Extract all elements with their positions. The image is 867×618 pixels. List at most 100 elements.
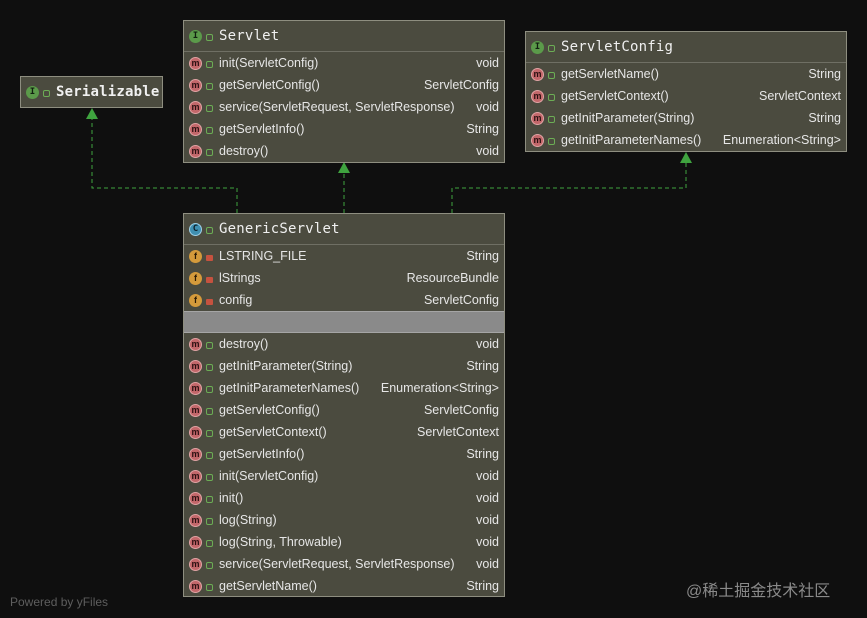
yfiles-watermark: Powered by yFiles [10, 595, 109, 609]
field-name: lStrings [219, 271, 261, 285]
method-row[interactable]: m getServletConfig() ServletConfig [184, 74, 504, 96]
servletconfig-node[interactable]: I ServletConfig m getServletName() String m… [525, 31, 847, 152]
return-type: String [466, 122, 499, 136]
servletconfig-header: I ServletConfig [526, 32, 846, 63]
method-row[interactable]: m service(ServletRequest, ServletResponse… [184, 553, 504, 575]
method-icon: m [189, 100, 202, 114]
public-icon [206, 561, 213, 569]
public-icon [43, 89, 50, 97]
return-type: String [808, 67, 841, 81]
serializable-node[interactable]: I Serializable [20, 76, 163, 108]
return-type: void [476, 469, 499, 483]
field-row[interactable]: f LSTRING_FILE String [184, 245, 504, 267]
field-row[interactable]: f lStrings ResourceBundle [184, 267, 504, 289]
method-icon: m [189, 78, 202, 92]
public-icon [206, 148, 213, 156]
public-icon [206, 341, 213, 349]
genericservlet-header: C GenericServlet [184, 214, 504, 245]
method-row[interactable]: m log(String, Throwable) void [184, 531, 504, 553]
method-icon: m [189, 447, 202, 461]
method-row[interactable]: m getServletName() String [526, 63, 846, 85]
servletconfig-methods: m getServletName() String m getServletContex… [526, 63, 846, 151]
genericservlet-title: GenericServlet [219, 221, 340, 237]
method-name: getServletConfig() [219, 403, 320, 417]
servletconfig-title: ServletConfig [561, 39, 674, 55]
method-row[interactable]: m getInitParameterNames() Enumeration<Stri… [184, 377, 504, 399]
method-icon: m [531, 67, 544, 81]
return-type: void [476, 337, 499, 351]
method-name: getServletContext() [219, 425, 327, 439]
method-name: service(ServletRequest, ServletResponse) [219, 100, 455, 114]
method-row[interactable]: m init(ServletConfig) void [184, 52, 504, 74]
method-icon: m [189, 144, 202, 158]
fields-methods-separator [184, 311, 504, 333]
public-icon [206, 539, 213, 547]
public-icon [206, 517, 213, 525]
method-name: init(ServletConfig) [219, 56, 319, 70]
return-type: void [476, 56, 499, 70]
return-type: void [476, 144, 499, 158]
interface-icon: I [531, 40, 544, 54]
method-icon: m [189, 535, 202, 549]
arrowhead-serializable [86, 108, 98, 119]
method-row[interactable]: m getInitParameter(String) String [526, 107, 846, 129]
public-icon [206, 495, 213, 503]
field-icon: f [189, 249, 202, 263]
method-name: service(ServletRequest, ServletResponse) [219, 557, 455, 571]
method-row[interactable]: m getInitParameterNames() Enumeration<Stri… [526, 129, 846, 151]
method-name: getServletInfo() [219, 447, 305, 461]
method-row[interactable]: m getServletContext() ServletContext [184, 421, 504, 443]
method-name: getInitParameter(String) [561, 111, 695, 125]
field-row[interactable]: f config ServletConfig [184, 289, 504, 311]
method-row[interactable]: m getServletContext() ServletContext [526, 85, 846, 107]
method-row[interactable]: m getInitParameter(String) String [184, 355, 504, 377]
method-row[interactable]: m destroy() void [184, 140, 504, 162]
method-row[interactable]: m destroy() void [184, 333, 504, 355]
field-icon: f [189, 271, 202, 285]
method-name: getInitParameterNames() [561, 133, 702, 147]
field-type: String [466, 249, 499, 263]
public-icon [206, 473, 213, 481]
return-type: void [476, 491, 499, 505]
servlet-node[interactable]: I Servlet m init(ServletConfig) void m getSe… [183, 20, 505, 163]
method-name: getServletName() [561, 67, 659, 81]
method-icon: m [189, 469, 202, 483]
public-icon [206, 451, 213, 459]
abstract-class-icon: C [189, 222, 202, 236]
genericservlet-fields: f LSTRING_FILE String f lStrings ResourceBund… [184, 245, 504, 311]
method-name: destroy() [219, 337, 269, 351]
interface-icon: I [189, 29, 202, 43]
servlet-header: I Servlet [184, 21, 504, 52]
return-type: Enumeration<String> [380, 381, 499, 395]
return-type: ServletContext [759, 89, 841, 103]
return-type: void [476, 100, 499, 114]
edge-generic-to-servletconfig [451, 162, 687, 213]
public-icon [548, 115, 555, 123]
method-row[interactable]: m init(ServletConfig) void [184, 465, 504, 487]
method-row[interactable]: m service(ServletRequest, ServletResponse… [184, 96, 504, 118]
method-name: log(String) [219, 513, 277, 527]
method-icon: m [189, 337, 202, 351]
method-row[interactable]: m getServletInfo() String [184, 118, 504, 140]
genericservlet-node[interactable]: C GenericServlet f LSTRING_FILE String f lSt… [183, 213, 505, 597]
method-icon: m [531, 111, 544, 125]
method-row[interactable]: m getServletName() String [184, 575, 504, 597]
private-icon [206, 254, 213, 261]
servlet-title: Servlet [219, 28, 280, 44]
return-type: String [466, 447, 499, 461]
method-row[interactable]: m log(String) void [184, 509, 504, 531]
method-row[interactable]: m getServletConfig() ServletConfig [184, 399, 504, 421]
field-name: config [219, 293, 253, 307]
return-type: void [476, 557, 499, 571]
method-row[interactable]: m init() void [184, 487, 504, 509]
method-name: getServletInfo() [219, 122, 305, 136]
return-type: Enumeration<String> [722, 133, 841, 147]
method-row[interactable]: m getServletInfo() String [184, 443, 504, 465]
field-icon: f [189, 293, 202, 307]
public-icon [206, 407, 213, 415]
method-icon: m [189, 425, 202, 439]
method-icon: m [189, 56, 202, 70]
private-icon [206, 276, 213, 283]
public-icon [206, 385, 213, 393]
public-icon [206, 104, 213, 112]
